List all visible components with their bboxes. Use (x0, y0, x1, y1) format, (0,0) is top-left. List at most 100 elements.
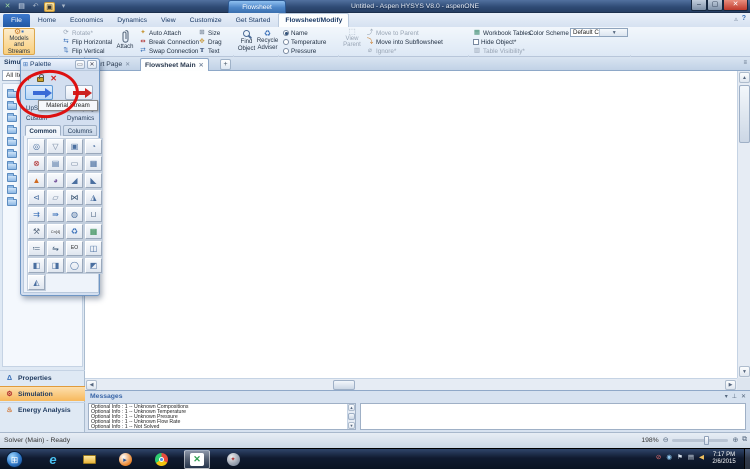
taskbar-explorer-icon[interactable] (76, 450, 102, 469)
start-button[interactable]: ⊞ (6, 451, 23, 468)
scrollbar-thumb[interactable] (348, 413, 355, 420)
taskbar-chrome-icon[interactable] (148, 450, 174, 469)
tab-economics[interactable]: Economics (64, 14, 109, 28)
unit-op-tile[interactable]: ▱ (47, 190, 64, 205)
vertical-scrollbar[interactable]: ▲ ▼ (737, 71, 750, 378)
tab-view[interactable]: View (155, 14, 182, 28)
subtab-dynamics[interactable]: Dynamics (67, 115, 94, 122)
tray-network-icon[interactable]: ▤ (688, 453, 694, 461)
tray-alert-icon[interactable]: ⊘ (656, 453, 661, 461)
hide-object-checkbox[interactable]: Hide Object* (473, 38, 516, 46)
nav-energy-analysis[interactable]: ♨ Energy Analysis (0, 402, 85, 417)
ignore-button[interactable]: ⌀Ignore* (366, 47, 396, 55)
add-tab-button[interactable]: + (220, 59, 231, 70)
unit-op-tile[interactable]: ▽ (47, 139, 64, 154)
tray-update-icon[interactable]: ◉ (666, 453, 672, 461)
taskbar-ie-icon[interactable]: e (40, 450, 66, 469)
maximize-button[interactable]: ▢ (707, 0, 723, 11)
unit-op-tile[interactable]: ◔ (85, 139, 102, 154)
unit-op-tile[interactable]: ◢ (66, 173, 83, 188)
taskbar-clock[interactable]: 7:17 PM 2/6/2015 (706, 452, 742, 466)
models-and-streams-button[interactable]: ⚙▪ Models and Streams (3, 28, 35, 55)
undo-icon[interactable]: ↶ (30, 2, 41, 12)
unit-op-tile[interactable]: ⚒ (28, 224, 45, 239)
unit-op-tile[interactable]: ◩ (85, 258, 102, 273)
messages-list[interactable]: Optional Info : 1 -- Unknown Composition… (88, 403, 356, 430)
chevron-down-icon[interactable]: ▾ (725, 393, 728, 400)
tab-dynamics[interactable]: Dynamics (111, 14, 153, 28)
scrollbar-thumb[interactable] (739, 85, 750, 143)
stream-label-name-radio[interactable]: Name (283, 29, 308, 37)
find-object-button[interactable]: Find Object (236, 28, 257, 55)
scrollbar-thumb[interactable] (333, 380, 355, 390)
tab-customize[interactable]: Customize (184, 14, 228, 28)
close-icon[interactable]: ✕ (741, 393, 746, 400)
swap-connection-button[interactable]: ⇄Swap Connection (139, 47, 198, 55)
unit-op-tile[interactable]: ▦ (85, 156, 102, 171)
qat-customize-icon[interactable]: ▾ (58, 2, 69, 12)
scroll-left-icon[interactable]: ◀ (86, 380, 97, 390)
chevron-down-icon[interactable]: ▼ (599, 29, 628, 36)
unit-op-tile[interactable]: ◨ (47, 258, 64, 273)
nav-simulation[interactable]: ⚙ Simulation (0, 386, 85, 401)
minimize-button[interactable]: – (691, 0, 707, 11)
unit-op-tile[interactable]: ◣ (85, 173, 102, 188)
unit-op-tile[interactable]: ▭ (66, 156, 83, 171)
palette-tab-columns[interactable]: Columns (63, 125, 97, 136)
tray-volume-icon[interactable]: ◀ (699, 453, 704, 461)
taskbar-app-icon[interactable]: ✦ (220, 450, 246, 469)
rotate-button[interactable]: ⟳Rotate* (62, 29, 93, 37)
flip-vertical-button[interactable]: ⇅Flip Vertical (62, 47, 105, 55)
unit-op-tile[interactable]: ◧ (28, 258, 45, 273)
size-button[interactable]: ⊞Size (198, 29, 220, 37)
unit-op-tile[interactable]: ⊗ (28, 156, 45, 171)
taskbar-hysys-icon[interactable]: ✕ (184, 450, 210, 469)
unit-op-tile[interactable]: ▲ (28, 173, 45, 188)
break-connection-button[interactable]: ⇹Break Connection (139, 38, 199, 46)
lock-icon[interactable] (37, 77, 44, 82)
messages-detail-box[interactable] (360, 403, 746, 430)
color-scheme-combo[interactable]: Default Colour ▼ (570, 28, 628, 37)
zoom-slider-thumb[interactable] (704, 436, 709, 445)
unit-op-tile[interactable]: ⇉ (28, 207, 45, 222)
scroll-right-icon[interactable]: ▶ (725, 380, 736, 390)
unit-op-tile[interactable]: EO (66, 241, 83, 256)
delete-icon[interactable]: ✕ (50, 74, 57, 83)
stream-label-temperature-radio[interactable]: Temperature (283, 38, 326, 46)
tab-flowsheet-modify[interactable]: Flowsheet/Modify (278, 13, 349, 27)
minimize-ribbon-icon[interactable]: ▵ (734, 15, 738, 23)
messages-scrollbar[interactable]: ▲ ▼ (347, 404, 355, 429)
auto-attach-button[interactable]: ✦Auto Attach (139, 29, 181, 37)
tab-get-started[interactable]: Get Started (230, 14, 277, 28)
zoom-slider[interactable] (672, 439, 728, 442)
close-icon[interactable]: ✕ (87, 60, 97, 69)
taskbar-media-player-icon[interactable]: ▸ (112, 450, 138, 469)
unit-op-tile[interactable]: ⊔ (85, 207, 102, 222)
unit-op-tile[interactable]: ◎ (28, 139, 45, 154)
tab-file[interactable]: File (3, 14, 30, 28)
zoom-out-icon[interactable]: ⊖ (663, 436, 669, 444)
scroll-up-icon[interactable]: ▲ (739, 72, 750, 83)
table-visibility-button[interactable]: ▥Table Visibility* (473, 47, 525, 55)
close-icon[interactable]: ✕ (125, 62, 130, 68)
fit-to-window-icon[interactable]: ⧉ (742, 436, 747, 444)
add-icon[interactable]: + (26, 73, 31, 83)
save-icon[interactable]: ▤ (16, 2, 27, 12)
unit-op-tile[interactable]: ⋈ (66, 190, 83, 205)
view-parent-button[interactable]: ⬚ View Parent (341, 28, 363, 55)
unit-op-tile[interactable]: ◕ (47, 173, 64, 188)
unit-op-tile[interactable]: ◫ (85, 241, 102, 256)
help-icon[interactable]: ? (742, 15, 746, 23)
material-stream-button[interactable] (25, 85, 53, 100)
close-button[interactable]: ✕ (723, 0, 748, 11)
unit-op-tile[interactable]: ▤ (47, 156, 64, 171)
minimize-icon[interactable]: ▭ (75, 60, 85, 69)
show-desktop-button[interactable] (744, 449, 750, 469)
unit-op-tile[interactable]: ⇛ (47, 207, 64, 222)
app-icon[interactable]: ✕ (2, 2, 13, 12)
unit-op-tile[interactable]: ▣ (66, 139, 83, 154)
nav-properties[interactable]: Δ Properties (0, 370, 85, 385)
pin-icon[interactable]: ⊥ (732, 393, 737, 400)
drag-button[interactable]: ✥Drag (198, 38, 222, 46)
scroll-down-icon[interactable]: ▼ (739, 366, 750, 377)
